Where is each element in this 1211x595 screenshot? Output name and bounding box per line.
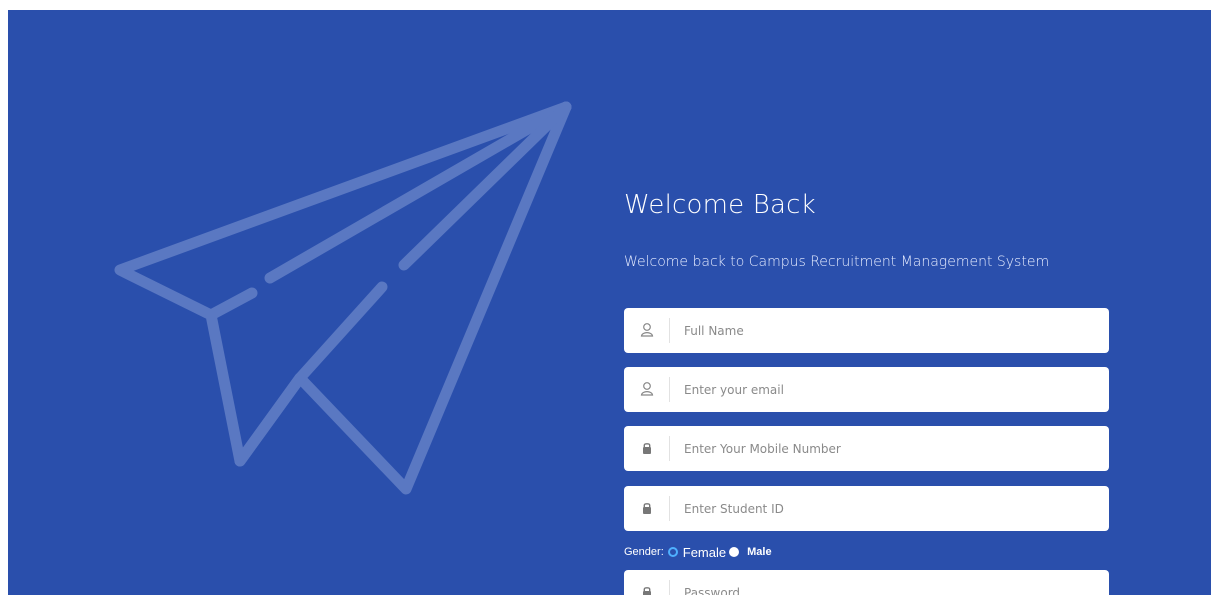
full-name-input[interactable] bbox=[684, 308, 1094, 353]
lock-icon bbox=[643, 587, 651, 595]
password-field[interactable] bbox=[624, 570, 1109, 595]
user-icon bbox=[640, 323, 654, 337]
paper-plane-illustration bbox=[114, 101, 572, 495]
field-separator bbox=[669, 580, 670, 595]
lock-icon bbox=[643, 503, 651, 514]
gender-female-radio[interactable] bbox=[667, 547, 678, 557]
full-name-field[interactable] bbox=[624, 308, 1109, 353]
email-input[interactable] bbox=[684, 367, 1094, 412]
page-subtitle: Welcome back to Campus Recruitment Manag… bbox=[624, 254, 1050, 270]
field-separator bbox=[669, 436, 670, 461]
page-title: Welcome Back bbox=[624, 190, 816, 220]
email-field[interactable] bbox=[624, 367, 1109, 412]
student-id-input[interactable] bbox=[684, 486, 1094, 531]
gender-label: Gender: bbox=[624, 546, 664, 558]
lock-icon bbox=[643, 443, 651, 454]
field-separator bbox=[669, 496, 670, 521]
gender-female-label[interactable]: Female bbox=[683, 545, 726, 560]
student-id-field[interactable] bbox=[624, 486, 1109, 531]
login-page: Welcome Back Welcome back to Campus Recr… bbox=[8, 10, 1211, 595]
gender-male-radio[interactable] bbox=[729, 547, 740, 557]
password-input[interactable] bbox=[684, 570, 1094, 595]
mobile-input[interactable] bbox=[684, 426, 1094, 471]
field-separator bbox=[669, 377, 670, 402]
field-separator bbox=[669, 318, 670, 343]
gender-male-label[interactable]: Male bbox=[747, 546, 771, 558]
gender-selector: Gender: Female Male bbox=[624, 543, 772, 561]
user-icon bbox=[640, 382, 654, 396]
mobile-field[interactable] bbox=[624, 426, 1109, 471]
